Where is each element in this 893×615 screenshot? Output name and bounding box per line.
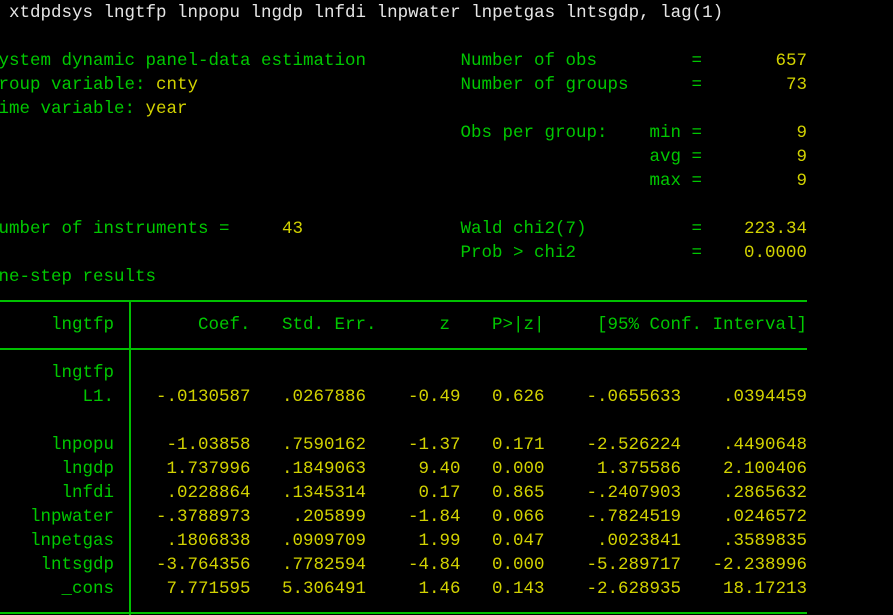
cell-value: 0.066 [492, 507, 545, 527]
cell-value: 0.626 [492, 387, 545, 407]
column-header: lngtfp [51, 315, 115, 335]
cell-value: -1.84 [408, 507, 461, 527]
cell-value: .7590162 [282, 435, 367, 455]
min-label: Obs per group: [460, 123, 608, 143]
cell-value: .1806838 [166, 531, 251, 551]
cell-value: -4.84 [408, 555, 461, 575]
avg-sublabel: avg [649, 147, 682, 167]
cell-value: 0.17 [418, 483, 461, 503]
cell-value: -.7824519 [586, 507, 682, 527]
n-obs-label: Number of obs [460, 51, 598, 71]
cell-value: 5.306491 [282, 579, 367, 599]
prob-label: Prob > chi2 [460, 243, 577, 263]
wald-value: 223.34 [744, 219, 808, 239]
equals-sign: = [691, 171, 703, 191]
cell-value: -.2407903 [586, 483, 682, 503]
row-label: _cons [61, 579, 115, 599]
cell-value: 0.865 [492, 483, 545, 503]
avg-value: 9 [796, 147, 808, 167]
instruments-value: 43 [282, 219, 304, 239]
row-label: lnpwater [30, 507, 115, 527]
cell-value: .0267886 [282, 387, 367, 407]
row-label: lntsgdp [40, 555, 115, 575]
row-label: lngdp [61, 459, 115, 479]
cell-value: .1849063 [282, 459, 367, 479]
cell-value: 1.99 [418, 531, 461, 551]
table-vertical-rule [129, 300, 131, 615]
cell-value: 0.171 [492, 435, 545, 455]
cell-value: .0228864 [166, 483, 251, 503]
max-sublabel: max [649, 171, 682, 191]
cell-value: .0023841 [597, 531, 682, 551]
equals-sign: = [691, 123, 703, 143]
time-variable-value: year [145, 99, 188, 119]
equals-sign: = [691, 75, 703, 95]
cell-value: 0.047 [492, 531, 545, 551]
cell-value: -.0130587 [156, 387, 251, 407]
cell-value: .7782594 [282, 555, 367, 575]
cell-value: 0.000 [492, 555, 545, 575]
results-label: One-step results [0, 267, 157, 287]
column-header: [95% Conf. Interval] [597, 315, 808, 335]
min-value: 9 [796, 123, 808, 143]
column-header: Coef. [198, 315, 251, 335]
cell-value: -2.238996 [712, 555, 808, 575]
cell-value: .3589835 [723, 531, 808, 551]
cell-value: 1.375586 [597, 459, 682, 479]
cell-value: 1.737996 [166, 459, 251, 479]
table-bottom-rule [0, 612, 807, 614]
cell-value: .1345314 [282, 483, 367, 503]
cell-value: .0246572 [723, 507, 808, 527]
cell-value: 0.000 [492, 459, 545, 479]
row-label: lnpopu [51, 435, 115, 455]
column-header: Std. Err. [282, 315, 377, 335]
n-obs-value: 657 [775, 51, 808, 71]
cell-value: 0.143 [492, 579, 545, 599]
max-value: 9 [796, 171, 808, 191]
group-variable-value: cnty [156, 75, 199, 95]
min-sublabel: min [649, 123, 682, 143]
cell-value: -.3788973 [156, 507, 251, 527]
row-label: lngtfp [51, 363, 115, 383]
cell-value: .4490648 [723, 435, 808, 455]
stata-results-window: . xtdpdsys lngtfp lnpopu lngdp lnfdi lnp… [0, 0, 893, 615]
cell-value: .0909709 [282, 531, 367, 551]
time-variable-label: Time variable: [0, 99, 146, 119]
prob-value: 0.0000 [744, 243, 808, 263]
cell-value: .205899 [292, 507, 367, 527]
cell-value: -.0655633 [586, 387, 682, 407]
estimation-title: System dynamic panel-data estimation [0, 51, 367, 71]
table-header-rule [0, 348, 807, 350]
instruments-label: Number of instruments = [0, 219, 230, 239]
command-line: . xtdpdsys lngtfp lnpopu lngdp lnfdi lnp… [0, 3, 724, 23]
cell-value: 2.100406 [723, 459, 808, 479]
cell-value: -1.03858 [166, 435, 251, 455]
cell-value: -1.37 [408, 435, 461, 455]
wald-label: Wald chi2(7) [460, 219, 587, 239]
cell-value: 18.17213 [723, 579, 808, 599]
row-label: lnpetgas [30, 531, 115, 551]
cell-value: 9.40 [418, 459, 461, 479]
equals-sign: = [691, 219, 703, 239]
cell-value: -0.49 [408, 387, 461, 407]
cell-value: .0394459 [723, 387, 808, 407]
equals-sign: = [691, 147, 703, 167]
cell-value: 1.46 [418, 579, 461, 599]
cell-value: -3.764356 [156, 555, 251, 575]
column-header: z [439, 315, 451, 335]
column-header: P>|z| [492, 315, 545, 335]
cell-value: -2.628935 [586, 579, 682, 599]
cell-value: -5.289717 [586, 555, 682, 575]
equals-sign: = [691, 51, 703, 71]
cell-value: 7.771595 [166, 579, 251, 599]
row-label: L1. [82, 387, 115, 407]
cell-value: -2.526224 [586, 435, 682, 455]
cell-value: .2865632 [723, 483, 808, 503]
equals-sign: = [691, 243, 703, 263]
row-label: lnfdi [61, 483, 115, 503]
group-variable-label: Group variable: [0, 75, 157, 95]
table-top-rule [0, 300, 807, 302]
n-groups-label: Number of groups [460, 75, 629, 95]
n-groups-value: 73 [786, 75, 808, 95]
